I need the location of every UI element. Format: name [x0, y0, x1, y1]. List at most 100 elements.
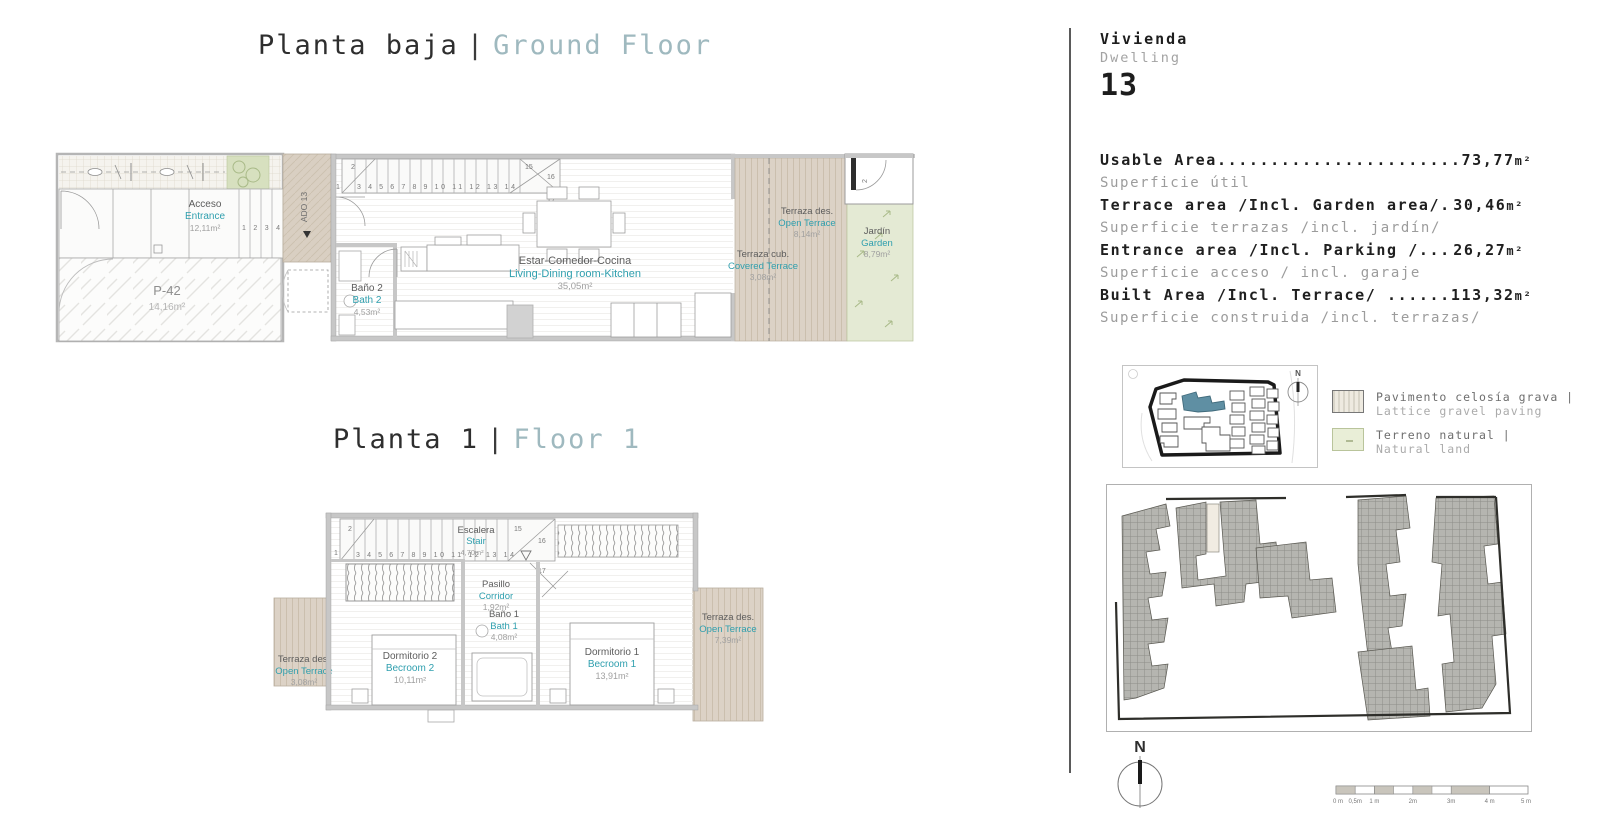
stair-num-1: 1	[336, 184, 340, 191]
section-divider	[1069, 28, 1071, 773]
bath1-area: 4,08m²	[491, 632, 518, 642]
floor1-terrace-right: Terraza des. Open Terrace 7,39m²	[693, 588, 763, 721]
area-label-en: Usable Area.......................	[1100, 150, 1461, 172]
covered-terrace-area: 3,08m²	[750, 272, 777, 282]
legend-lattice-en: Lattice gravel paving	[1376, 404, 1574, 418]
open-terrace-label-en: Open Terrace	[778, 218, 835, 229]
stair-label-en: Stair	[466, 536, 486, 547]
scale-tick-4: 4 m	[1485, 799, 1495, 805]
terrace-right-label-en: Open Terrace	[699, 624, 756, 635]
floor1-title-es: Planta 1	[333, 424, 479, 455]
bedroom2-area: 10,11m²	[394, 675, 426, 685]
dwelling-number: 13	[1100, 68, 1188, 103]
scale-tick-05: 0,5m	[1349, 799, 1362, 805]
corridor-label-es: Pasillo	[482, 579, 510, 590]
area-row-usable: Usable Area.......................73,77m…	[1100, 150, 1524, 194]
stair-num-16: 16	[547, 174, 555, 181]
area-label-en: Built Area /Incl. Terrace/ ......	[1100, 285, 1451, 307]
open-terrace-area: 8,14m²	[794, 229, 821, 239]
site-plan	[1106, 484, 1532, 732]
bedroom2-label-es: Dormitorio 2	[383, 651, 438, 662]
area-row-built: Built Area /Incl. Terrace/ ......113,32m…	[1100, 285, 1524, 329]
bath1-label-es: Baño 1	[489, 609, 519, 620]
floor1-terrace-left: Terraza des. Open Terrace 3,08m²	[274, 598, 333, 687]
garden: 2 Jardín Garden 8,79m²	[845, 154, 913, 341]
area-summary: Usable Area.......................73,77 m…	[1100, 150, 1524, 330]
bedroom2-label-en: Becroom 2	[386, 663, 435, 674]
bath1-label-en: Bath 1	[490, 621, 517, 632]
parking-area: 14,16m²	[149, 302, 186, 313]
f1-stair-num-2: 2	[348, 526, 352, 533]
bath2-area: 4,53m²	[354, 307, 381, 317]
dwelling-label-en: Dwelling	[1100, 50, 1188, 66]
title-separator-2: |	[479, 424, 513, 455]
store-num: 2	[862, 179, 869, 183]
living-label-es: Estar-Comedor-Cocina	[519, 255, 632, 267]
area-unit: m²	[1515, 289, 1533, 303]
legend-natural-es: Terreno natural |	[1376, 428, 1511, 442]
open-terrace-label-es: Terraza des.	[781, 206, 833, 217]
f1-stair-num-15: 15	[514, 526, 522, 533]
legend-lattice: Pavimento celosía grava | Lattice gravel…	[1332, 390, 1574, 418]
stair-num-15: 15	[525, 164, 533, 171]
bath2-label-es: Baño 2	[351, 283, 383, 294]
terrace-right-area: 7,39m²	[715, 635, 742, 645]
bedroom1-label-en: Becroom 1	[588, 659, 637, 670]
scale-tick-1: 1 m	[1369, 799, 1379, 805]
ground-title-en: Ground Floor	[493, 30, 712, 61]
house-interior: 2 1 3 4 5 6 7 8 9 10 11 12 13 14 15 16 1…	[331, 154, 735, 341]
living-area: 35,05m²	[558, 281, 593, 292]
lattice-swatch-icon	[1332, 390, 1364, 413]
area-label-en: Entrance area /Incl. Parking /...	[1100, 240, 1451, 262]
area-value: 26,27	[1453, 241, 1506, 259]
scale-bar: 0 m 0,5m 1 m 2m 3m 4 m 5 m	[1332, 782, 1538, 808]
area-row-terrace: Terrace area /Incl. Garden area/.30,46m²…	[1100, 195, 1524, 239]
area-label-es: Superficie terrazas /incl. jardín/	[1100, 218, 1524, 240]
area-label-en: Terrace area /Incl. Garden area/.	[1100, 195, 1451, 217]
garden-label-en: Garden	[861, 238, 893, 249]
ado13-label: ADO 13	[299, 192, 309, 223]
ado13-walkway: ADO 13	[282, 154, 331, 312]
floor1-body: 2 1 3 4 5 6 7 8 9 10 11 12 13 14 15 16 1…	[326, 513, 698, 722]
bedroom1-label-es: Dormitorio 1	[585, 647, 640, 658]
stair-num-2: 2	[351, 164, 355, 171]
area-row-entrance: Entrance area /Incl. Parking /...26,27m²…	[1100, 240, 1524, 284]
floor1-title: Planta 1|Floor 1	[333, 424, 641, 455]
north-label: N	[1134, 739, 1146, 756]
dwelling-header: Vivienda Dwelling 13	[1100, 30, 1188, 103]
parking-label: P-42	[153, 283, 180, 298]
ground-floor-plan: Acceso Entrance 12,11m² 1 2 3 4 P-42 14,…	[55, 145, 915, 345]
legend-lattice-es: Pavimento celosía grava |	[1376, 390, 1574, 404]
scale-tick-2: 2m	[1409, 799, 1417, 805]
terrace-left-label-es: Terraza des.	[278, 654, 330, 665]
pergola-hatch	[558, 525, 678, 557]
ground-title-es: Planta baja	[258, 30, 459, 61]
area-value: 73,77	[1461, 151, 1514, 169]
stair-label-es: Escalera	[458, 525, 496, 536]
acceso-label-es: Acceso	[189, 199, 222, 210]
floor1-plan: Terraza des. Open Terrace 3,08m² Terraza…	[268, 503, 768, 728]
f1-stair-num-1: 1	[334, 550, 338, 557]
scale-tick-5: 5 m	[1521, 799, 1531, 805]
living-label-en: Living-Dining room-Kitchen	[509, 268, 641, 280]
entrance-court: Acceso Entrance 12,11m² 1 2 3 4 P-42 14,…	[57, 154, 283, 341]
minimap-north-label: N	[1295, 369, 1301, 378]
area-unit: m²	[1515, 154, 1533, 168]
location-minimap: N	[1122, 365, 1318, 468]
stair-area: 4,70m²	[460, 548, 484, 557]
area-label-es: Superficie construida /incl. terrazas/	[1100, 308, 1524, 330]
area-unit: m²	[1506, 199, 1524, 213]
area-value: 113,32	[1451, 286, 1515, 304]
title-separator: |	[459, 30, 493, 61]
bath2-label-en: Bath 2	[353, 295, 382, 306]
garden-area: 8,79m²	[864, 249, 891, 259]
floor1-title-en: Floor 1	[513, 424, 641, 455]
covered-terrace-label-en: Covered Terrace	[728, 261, 798, 272]
scale-tick-0: 0 m	[1333, 799, 1343, 805]
area-value: 30,46	[1453, 196, 1506, 214]
natural-land-swatch-icon	[1332, 428, 1364, 451]
acceso-area: 12,11m²	[190, 223, 221, 233]
legend-natural-en: Natural land	[1376, 442, 1511, 456]
f1-stair-num-16: 16	[538, 538, 546, 545]
corridor-label-en: Corridor	[479, 591, 513, 602]
